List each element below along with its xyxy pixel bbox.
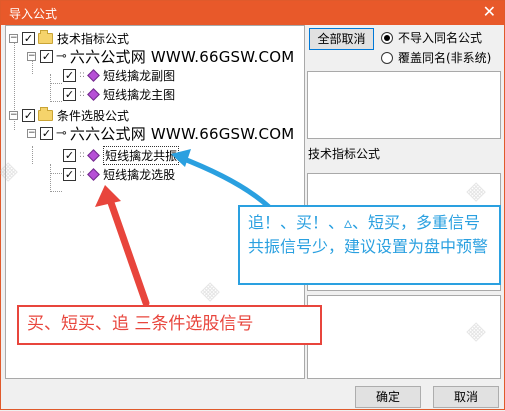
folder-icon	[38, 29, 53, 44]
collapse-icon[interactable]: −	[9, 33, 18, 43]
radio-unselected-icon[interactable]	[381, 51, 393, 64]
folder-icon	[38, 106, 53, 121]
tree-group-screener[interactable]: − ✓ 条件选股公式	[9, 106, 129, 124]
collapse-icon[interactable]: −	[27, 128, 36, 138]
tree-line	[50, 83, 62, 84]
radio-label: 不导入同名公式	[398, 31, 483, 45]
checkbox[interactable]: ✓	[63, 87, 76, 101]
tree-item[interactable]: ✓ :: 短线擒龙副图	[63, 66, 175, 84]
group-label: 技术指标公式	[57, 31, 130, 46]
preview-panel-bottom	[307, 295, 501, 379]
diamond-icon	[87, 87, 100, 101]
diamond-icon	[87, 148, 100, 162]
tree-line	[50, 191, 62, 192]
preview-panel-top	[307, 71, 501, 139]
checkbox[interactable]: ✓	[40, 126, 53, 140]
radio-no-import[interactable]: 不导入同名公式	[381, 29, 482, 46]
radio-selected-icon[interactable]	[381, 31, 393, 44]
cancel-all-button[interactable]: 全部取消	[309, 28, 374, 50]
tree-item[interactable]: ✓ :: 短线擒龙主图	[63, 85, 175, 103]
close-icon[interactable]: ✕	[483, 3, 496, 21]
checkbox[interactable]: ✓	[63, 68, 76, 82]
title-bar[interactable]: 导入公式 ✕	[1, 1, 504, 25]
panel-title: 技术指标公式	[308, 147, 381, 161]
import-formula-dialog: 导入公式 ✕ − ✓ 技术指标公式 − ✓ ⊸ 六六公式网 WWW.66GSW.…	[0, 0, 505, 410]
tree-group-indicator[interactable]: − ✓ 技术指标公式	[9, 29, 129, 47]
cancel-button[interactable]: 取消	[433, 386, 499, 408]
item-label-selected: 短线擒龙共振	[103, 145, 180, 165]
item-label: 短线擒龙主图	[103, 87, 176, 102]
collapse-icon[interactable]: −	[27, 51, 36, 61]
red-annotation: 买、短买、追 三条件选股信号	[17, 305, 322, 345]
collapse-icon[interactable]: −	[9, 110, 18, 120]
key-icon: ⊸	[56, 125, 67, 141]
window-title: 导入公式	[9, 7, 58, 21]
group-label: 条件选股公式	[57, 108, 130, 123]
source-label: 六六公式网 WWW.66GSW.COM	[69, 47, 295, 66]
ok-button[interactable]: 确定	[355, 386, 421, 408]
formula-type-icon: ::	[79, 70, 86, 80]
radio-label: 覆盖同名(非系统)	[398, 51, 492, 65]
checkbox[interactable]: ✓	[63, 148, 76, 162]
formula-type-icon: ::	[79, 89, 86, 99]
radio-overwrite[interactable]: 覆盖同名(非系统)	[381, 49, 491, 66]
checkbox[interactable]: ✓	[22, 31, 35, 45]
item-label: 短线擒龙选股	[103, 167, 176, 182]
tree-item[interactable]: ✓ :: 短线擒龙选股	[63, 165, 175, 183]
checkbox[interactable]: ✓	[63, 167, 76, 181]
tree-line	[50, 74, 51, 100]
tree-line	[50, 173, 62, 174]
checkbox[interactable]: ✓	[22, 108, 35, 122]
blue-annotation: 追！、买！、▵、短买，多重信号共振信号少，建议设置为盘中预警	[238, 205, 501, 285]
tree-source-node[interactable]: − ✓ ⊸ 六六公式网 WWW.66GSW.COM	[27, 124, 295, 143]
tree-source-node[interactable]: − ✓ ⊸ 六六公式网 WWW.66GSW.COM	[27, 47, 295, 66]
tree-item[interactable]: ✓ :: 短线擒龙共振	[63, 145, 180, 165]
checkbox[interactable]: ✓	[40, 49, 53, 63]
tree-line	[50, 101, 62, 102]
tree-line	[32, 146, 33, 164]
key-icon: ⊸	[56, 48, 67, 64]
diamond-icon	[87, 167, 100, 181]
formula-type-icon: ::	[79, 169, 86, 179]
formula-type-icon: ::	[79, 150, 86, 160]
source-label: 六六公式网 WWW.66GSW.COM	[69, 124, 295, 143]
item-label: 短线擒龙副图	[103, 68, 176, 83]
diamond-icon	[87, 68, 100, 82]
tree-line	[50, 164, 51, 190]
